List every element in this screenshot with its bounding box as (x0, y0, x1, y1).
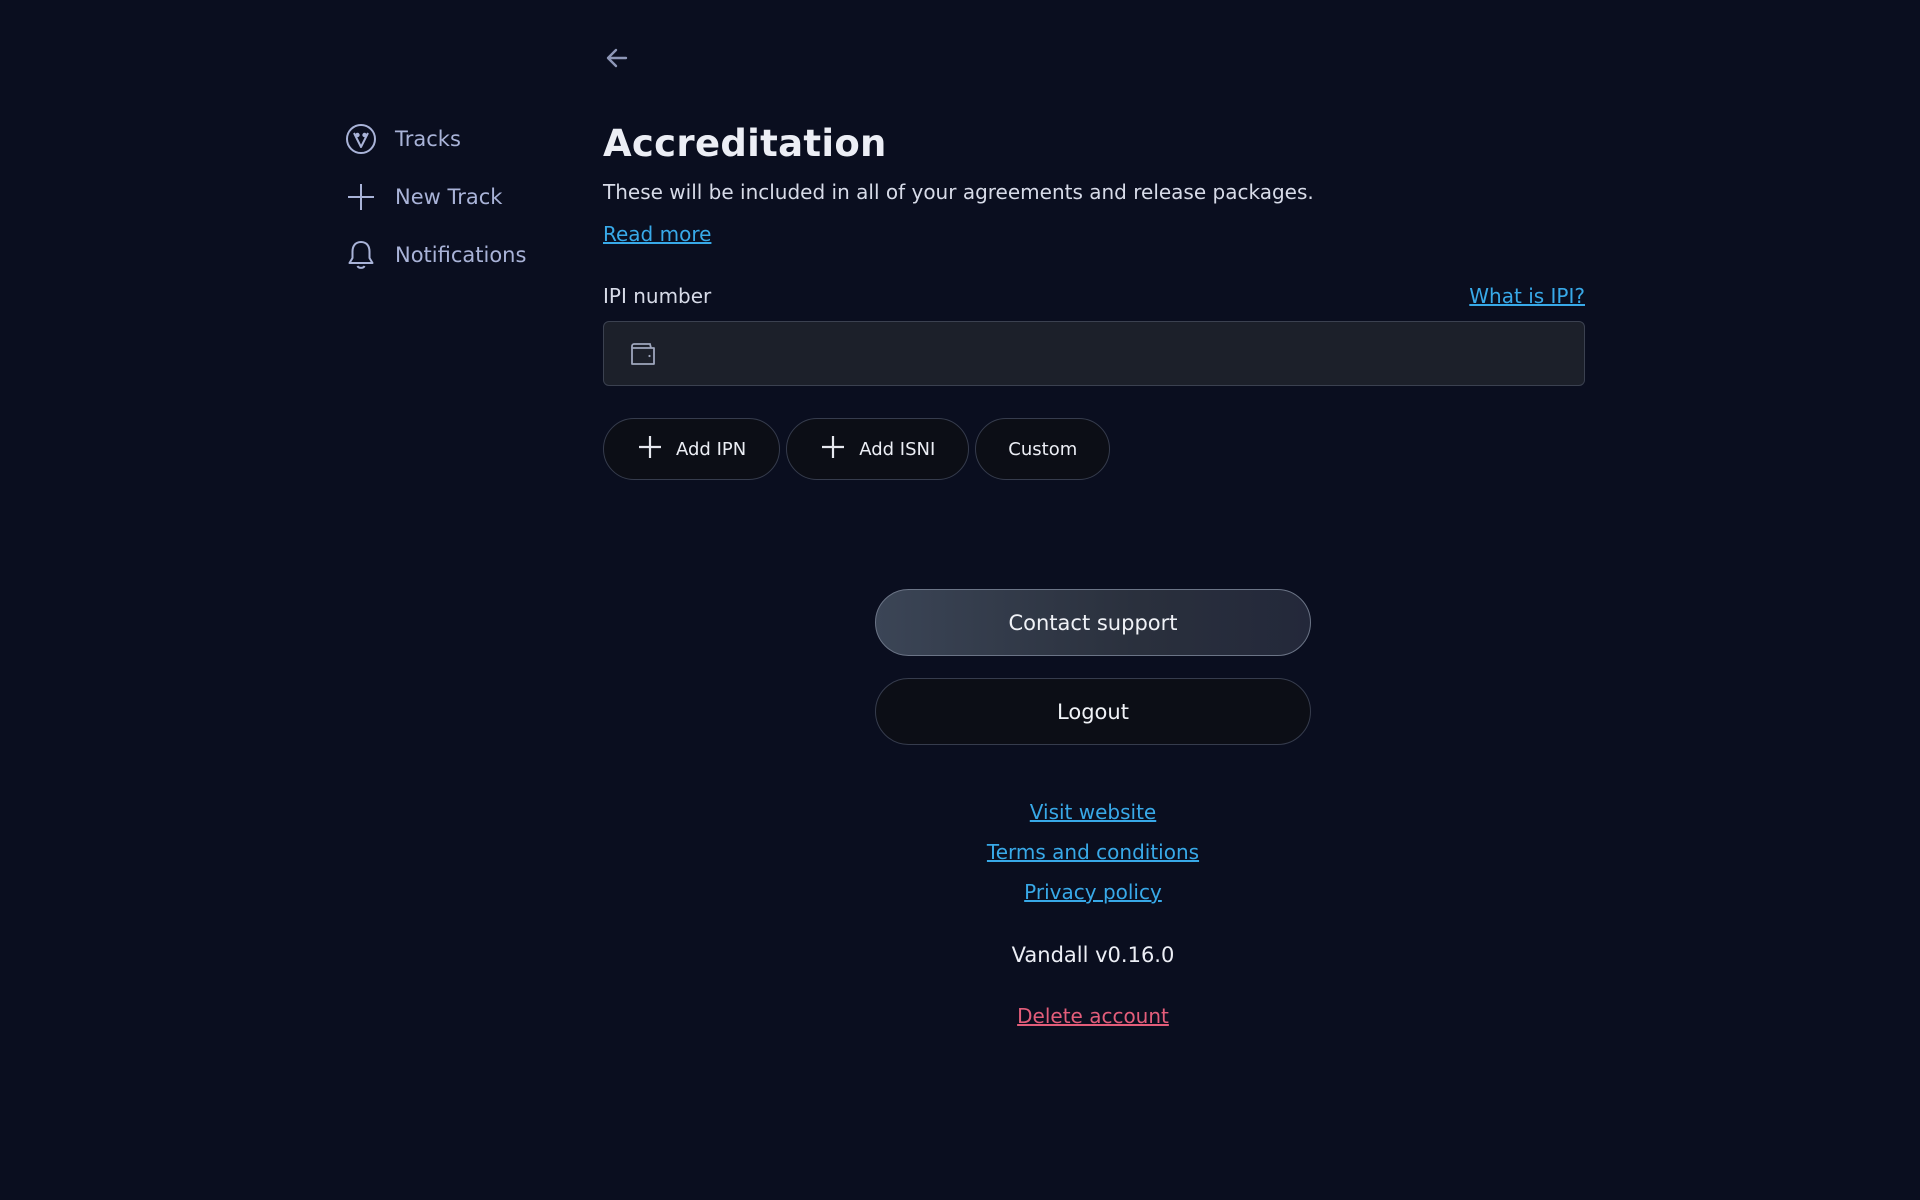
bell-icon (343, 237, 379, 273)
vandall-logo-icon (343, 121, 379, 157)
page-subtitle: These will be included in all of your ag… (603, 180, 1314, 204)
plus-icon (343, 179, 379, 215)
ipi-number-field[interactable] (603, 321, 1585, 386)
sidebar-item-new-track[interactable]: New Track (343, 168, 583, 226)
plus-icon (821, 435, 859, 464)
app-version: Vandall v0.16.0 (1011, 943, 1175, 967)
back-button[interactable] (603, 46, 631, 74)
privacy-policy-link[interactable]: Privacy policy (875, 880, 1311, 904)
identifier-chips: Add IPN Add ISNI Custom (603, 418, 1116, 480)
wallet-icon (628, 339, 658, 369)
terms-and-conditions-link[interactable]: Terms and conditions (875, 840, 1311, 864)
contact-support-button[interactable]: Contact support (875, 589, 1311, 656)
add-ipn-label: Add IPN (676, 438, 747, 460)
add-ipn-button[interactable]: Add IPN (603, 418, 781, 480)
sidebar-item-notifications[interactable]: Notifications (343, 226, 583, 284)
arrow-left-icon (605, 46, 629, 74)
what-is-ipi-link[interactable]: What is IPI? (1469, 284, 1585, 308)
sidebar-item-label: Tracks (395, 127, 461, 151)
read-more-link[interactable]: Read more (603, 222, 711, 246)
logout-button[interactable]: Logout (875, 678, 1311, 745)
custom-label: Custom (1008, 438, 1078, 460)
ipi-number-input[interactable] (672, 322, 1584, 385)
plus-icon (638, 435, 676, 464)
visit-website-link[interactable]: Visit website (875, 800, 1311, 824)
sidebar-item-label: New Track (395, 185, 503, 209)
add-isni-label: Add ISNI (859, 438, 936, 460)
sidebar-item-label: Notifications (395, 243, 527, 267)
page-title: Accreditation (603, 122, 887, 165)
sidebar-item-tracks[interactable]: Tracks (343, 110, 583, 168)
add-isni-button[interactable]: Add ISNI (786, 418, 970, 480)
custom-button[interactable]: Custom (975, 418, 1111, 480)
sidebar: Tracks New Track Notifications (343, 110, 583, 284)
ipi-number-label: IPI number (603, 284, 712, 308)
delete-account-link[interactable]: Delete account (875, 1004, 1311, 1028)
